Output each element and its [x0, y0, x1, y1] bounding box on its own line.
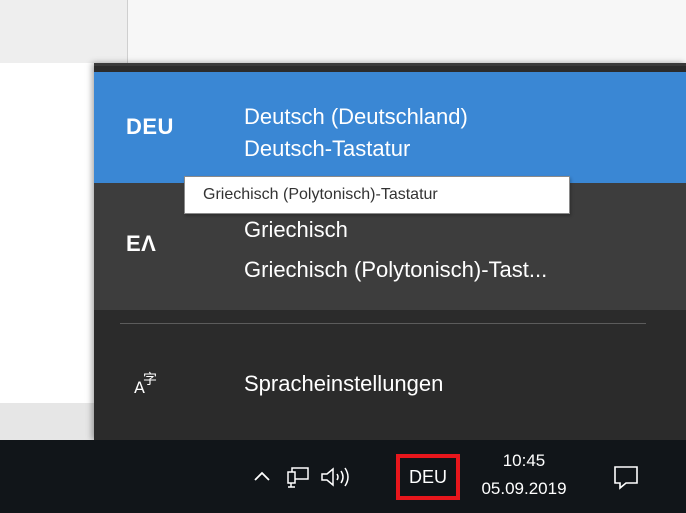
taskbar-clock[interactable]: 10:45 05.09.2019 [472, 448, 576, 506]
keyboard-layout-name: Deutsch-Tastatur [244, 136, 411, 161]
clock-date: 05.09.2019 [481, 479, 567, 498]
language-settings-label: Spracheinstellungen [244, 371, 444, 396]
svg-text:字: 字 [143, 372, 157, 388]
network-icon[interactable] [286, 466, 312, 488]
language-code: DEU [126, 114, 174, 139]
language-settings-icon: A 字 [134, 369, 160, 397]
language-settings-link[interactable]: A 字 Spracheinstellungen [94, 335, 686, 435]
background-window-right-pane [128, 0, 686, 63]
language-code: ΕΛ [126, 231, 157, 256]
keyboard-tooltip: Griechisch (Polytonisch)-Tastatur [184, 176, 570, 214]
taskbar: DEU 10:45 05.09.2019 [0, 440, 686, 513]
language-item-deu[interactable]: DEU Deutsch (Deutschland) Deutsch-Tastat… [94, 72, 686, 183]
flyout-divider [120, 323, 646, 324]
background-window-left-pane [0, 0, 127, 63]
background-window-footer [0, 403, 94, 440]
input-language-indicator[interactable]: DEU [396, 454, 460, 500]
background-window-content [0, 63, 94, 403]
chevron-up-icon[interactable] [252, 468, 272, 484]
language-name: Deutsch (Deutschland) [244, 104, 468, 129]
volume-icon[interactable] [320, 465, 360, 489]
language-name: Griechisch [244, 217, 348, 242]
action-center-icon[interactable] [612, 464, 640, 490]
language-flyout: DEU Deutsch (Deutschland) Deutsch-Tastat… [94, 63, 686, 440]
keyboard-layout-name: Griechisch (Polytonisch)-Tast... [244, 257, 548, 282]
clock-time: 10:45 [502, 451, 546, 470]
